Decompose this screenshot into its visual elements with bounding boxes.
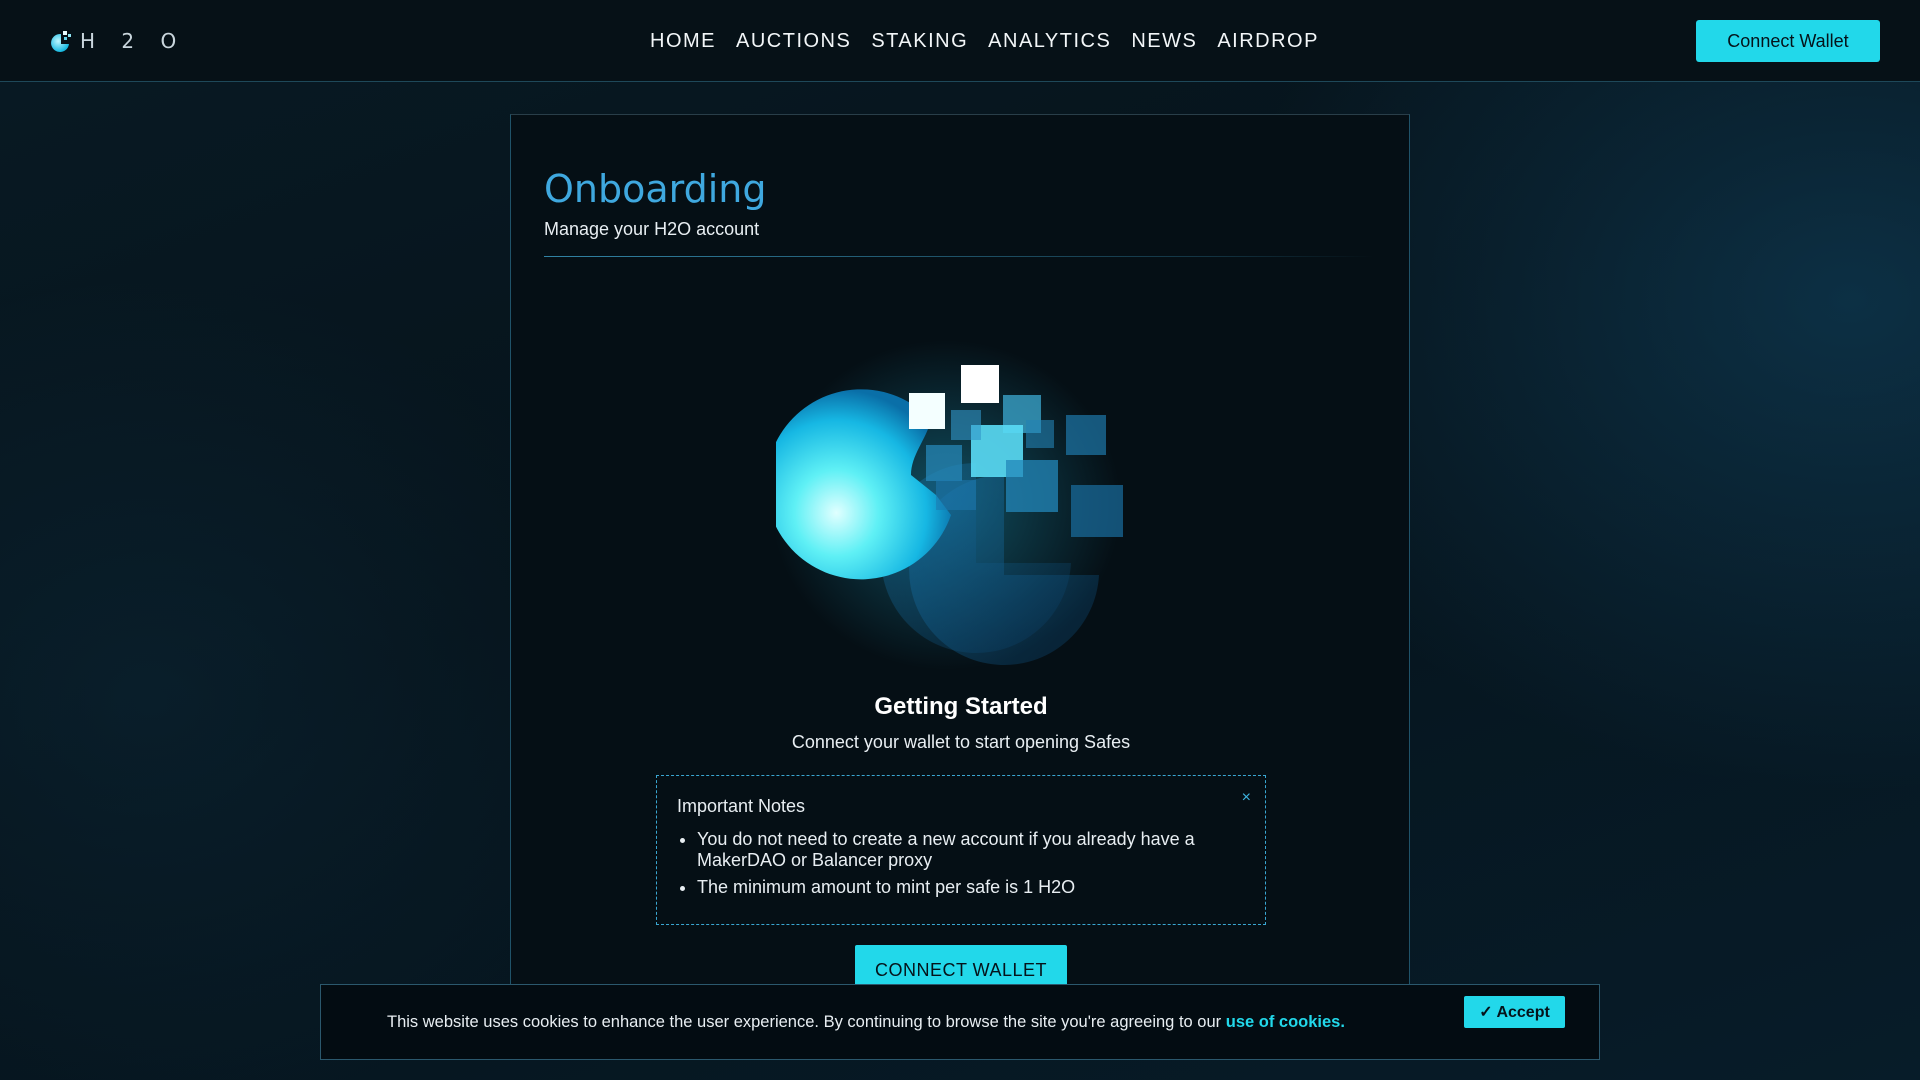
cookie-text: This website uses cookies to enhance the… <box>387 1013 1345 1032</box>
connect-wallet-header-button[interactable]: Connect Wallet <box>1696 20 1880 62</box>
important-notes-title: Important Notes <box>677 796 806 816</box>
nav-news[interactable]: NEWS <box>1121 24 1207 58</box>
top-navigation-bar: H 2 O HOME AUCTIONS STAKING ANALYTICS NE… <box>0 0 1920 82</box>
accept-cookies-button[interactable]: ✓ Accept <box>1464 996 1565 1028</box>
logo-text: H 2 O <box>80 29 187 53</box>
list-item: You do not need to create a new account … <box>697 829 1245 871</box>
logo[interactable]: H 2 O <box>48 26 186 56</box>
nav-airdrop[interactable]: AIRDROP <box>1207 24 1329 58</box>
nav-home[interactable]: HOME <box>640 24 726 58</box>
cookie-policy-link[interactable]: use of cookies. <box>1226 1013 1345 1031</box>
cookie-banner: This website uses cookies to enhance the… <box>320 984 1600 1060</box>
h2o-hero-graphic <box>776 340 1123 670</box>
page-title: Onboarding <box>544 167 767 211</box>
close-icon[interactable]: × <box>1242 790 1251 806</box>
getting-started-subtitle: Connect your wallet to start opening Saf… <box>791 732 1131 752</box>
onboarding-panel: Onboarding Manage your H2O account Getti… <box>510 114 1410 1014</box>
nav-staking[interactable]: STAKING <box>861 24 978 58</box>
page-subtitle: Manage your H2O account <box>544 219 760 239</box>
getting-started-title: Getting Started <box>874 693 1048 720</box>
nav-auctions[interactable]: AUCTIONS <box>726 24 861 58</box>
list-item: The minimum amount to mint per safe is 1… <box>697 877 1245 898</box>
cookie-message: This website uses cookies to enhance the… <box>387 1013 1226 1031</box>
h2o-logo-icon <box>51 31 71 52</box>
nav-analytics[interactable]: ANALYTICS <box>978 24 1121 58</box>
divider <box>544 256 1374 257</box>
important-notes-box: Important Notes × You do not need to cre… <box>656 775 1266 925</box>
notes-list: You do not need to create a new account … <box>677 829 1245 898</box>
main-nav: HOME AUCTIONS STAKING ANALYTICS NEWS AIR… <box>640 24 1329 58</box>
